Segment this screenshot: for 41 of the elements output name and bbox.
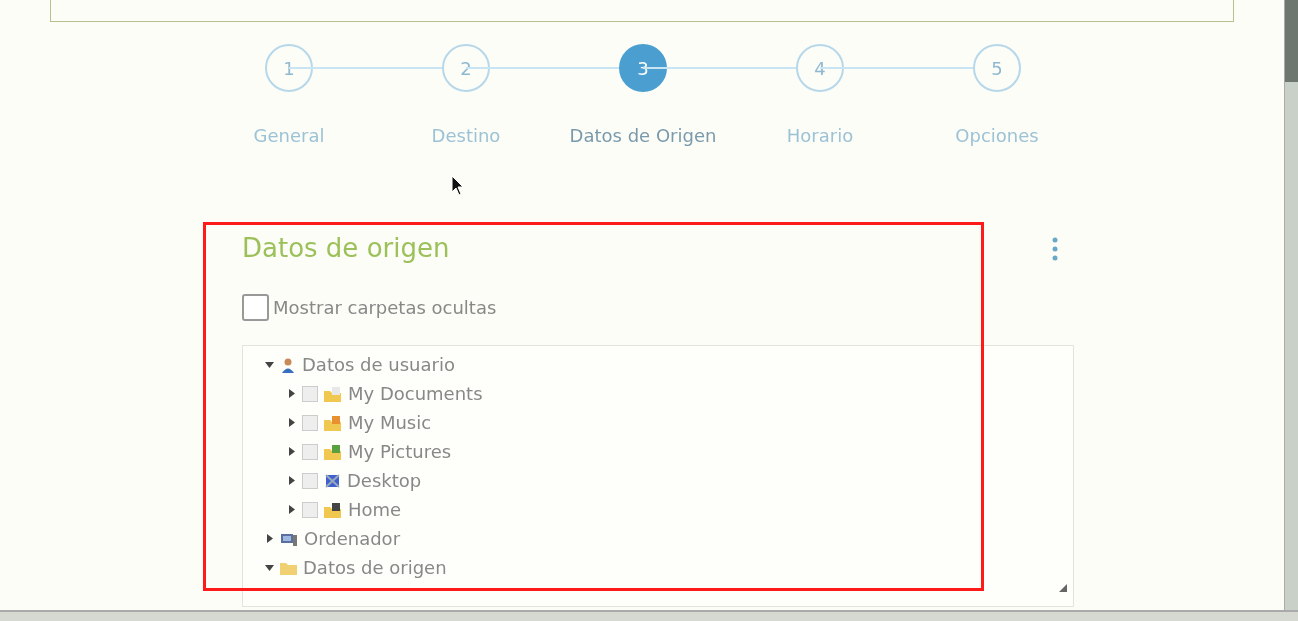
tree-item[interactable]: Datos de origen bbox=[303, 554, 447, 581]
tree-checkbox[interactable] bbox=[302, 472, 318, 489]
step-label[interactable]: Destino bbox=[431, 122, 501, 149]
tree-item[interactable]: Datos de usuario bbox=[302, 351, 455, 378]
folder-icon bbox=[324, 414, 342, 431]
checkbox[interactable] bbox=[242, 294, 269, 321]
tree-checkbox[interactable] bbox=[302, 414, 318, 431]
folder-icon bbox=[280, 560, 297, 575]
folder-icon bbox=[324, 385, 342, 402]
tree-item[interactable]: Home bbox=[348, 496, 402, 523]
tree-item[interactable]: My Documents bbox=[348, 380, 483, 407]
folder-icon bbox=[324, 501, 342, 518]
collapsed-caret-icon[interactable] bbox=[287, 447, 296, 456]
tree-item[interactable]: My Pictures bbox=[348, 438, 452, 465]
folder-icon bbox=[324, 443, 342, 460]
resize-grip-icon[interactable] bbox=[1059, 584, 1067, 592]
desktop-icon bbox=[324, 472, 341, 489]
checkbox-label[interactable]: Mostrar carpetas ocultas bbox=[273, 294, 497, 321]
scrollbar-thumb[interactable] bbox=[1285, 0, 1298, 82]
step-label[interactable]: General bbox=[253, 122, 325, 149]
scrollbar[interactable] bbox=[1284, 0, 1298, 610]
step-label[interactable]: Opciones bbox=[955, 122, 1039, 149]
section-title: Datos de origen bbox=[242, 232, 450, 265]
mouse-pointer-icon bbox=[451, 175, 465, 197]
tree-item[interactable]: My Music bbox=[348, 409, 432, 436]
tree-item[interactable]: Desktop bbox=[347, 467, 422, 494]
collapsed-caret-icon[interactable] bbox=[287, 389, 296, 398]
collapsed-caret-icon[interactable] bbox=[287, 476, 296, 485]
expanded-caret-icon[interactable] bbox=[265, 563, 274, 572]
user-icon bbox=[280, 356, 296, 373]
more-options-icon[interactable] bbox=[1052, 235, 1058, 262]
collapsed-caret-icon[interactable] bbox=[287, 418, 296, 427]
tree-item[interactable]: Ordenador bbox=[304, 525, 401, 552]
tree-checkbox[interactable] bbox=[302, 443, 318, 460]
tree-checkbox[interactable] bbox=[302, 385, 318, 402]
step-label[interactable]: Horario bbox=[786, 122, 854, 149]
step-label[interactable]: Datos de Origen bbox=[569, 122, 717, 149]
collapsed-caret-icon[interactable] bbox=[265, 534, 274, 543]
expanded-caret-icon[interactable] bbox=[265, 360, 274, 369]
tree-checkbox[interactable] bbox=[302, 501, 318, 518]
collapsed-caret-icon[interactable] bbox=[287, 505, 296, 514]
